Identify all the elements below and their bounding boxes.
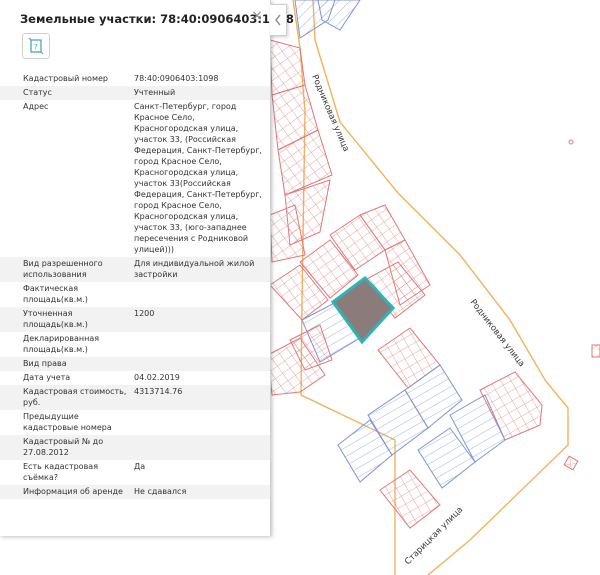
row-label: Вид права	[23, 359, 67, 368]
row-value: Не сдавался	[134, 487, 187, 496]
table-row: Дата учета 04.02.2019	[0, 371, 270, 385]
chevron-left-icon	[275, 14, 281, 26]
info-panel: Земельные участки: 78:40:0906403:1098 × …	[0, 0, 294, 536]
row-value: 1200	[134, 309, 155, 318]
row-label: Фактическая площадь(кв.м.)	[23, 284, 88, 304]
table-row: Адрес Санкт-Петербург, город Красное Сел…	[0, 100, 270, 257]
row-value: 78:40:0906403:1098	[134, 74, 219, 83]
parcel-type-icon: ?	[22, 33, 50, 59]
row-label: Дата учета	[23, 373, 71, 382]
panel-title: Земельные участки: 78:40:0906403:1098	[20, 12, 294, 26]
row-label: Статус	[23, 88, 52, 97]
row-label: Адрес	[23, 102, 49, 111]
row-value	[134, 358, 264, 369]
row-value	[134, 333, 264, 355]
row-label: Кадастровая стоимость, руб.	[23, 387, 127, 407]
marker-rect-2	[591, 344, 600, 358]
row-value: Учтенный	[134, 88, 176, 97]
collapse-panel-button[interactable]	[270, 4, 287, 36]
table-row: Декларированная площадь(кв.м.)	[0, 332, 270, 357]
row-value: 04.02.2019	[134, 373, 180, 382]
svg-text:?: ?	[34, 43, 38, 51]
table-row: Предыдущие кадастровые номера	[0, 410, 270, 435]
row-label: Есть кадастровая съёмка?	[23, 462, 98, 482]
row-label: Информация об аренде	[23, 487, 123, 496]
attribute-table: Кадастровый номер 78:40:0906403:1098 Ста…	[0, 72, 270, 499]
table-row: Кадастровый номер 78:40:0906403:1098	[0, 72, 270, 86]
row-value	[134, 283, 264, 305]
table-row: Вид права	[0, 357, 270, 371]
row-value: Да	[134, 462, 146, 471]
row-value	[134, 411, 264, 433]
table-row: Кадастровая стоимость, руб. 4313714.76	[0, 385, 270, 410]
row-label: Вид разрешенного использования	[23, 259, 103, 279]
row-value: Для индивидуальной жилой застройки	[134, 259, 255, 279]
table-row: Уточненная площадь(кв.м.) 1200	[0, 307, 270, 332]
table-row: Вид разрешенного использования Для индив…	[0, 257, 270, 282]
table-row: Есть кадастровая съёмка? Да	[0, 460, 270, 485]
table-row: Кадастровый № до 27.08.2012	[0, 435, 270, 460]
table-row: Статус Учтенный	[0, 86, 270, 100]
row-label: Кадастровый № до 27.08.2012	[23, 437, 104, 457]
row-value: Санкт-Петербург, город Красное Село, Кра…	[134, 102, 262, 254]
row-label: Кадастровый номер	[23, 74, 108, 83]
row-value	[134, 436, 264, 458]
row-label: Декларированная площадь(кв.м.)	[23, 334, 100, 354]
table-row: Фактическая площадь(кв.м.)	[0, 282, 270, 307]
row-label: Предыдущие кадастровые номера	[23, 412, 112, 432]
table-row: Информация об аренде Не сдавался	[0, 485, 270, 499]
row-value: 4313714.76	[134, 387, 183, 396]
row-label: Уточненная площадь(кв.м.)	[23, 309, 88, 329]
close-icon[interactable]: ×	[249, 8, 265, 24]
